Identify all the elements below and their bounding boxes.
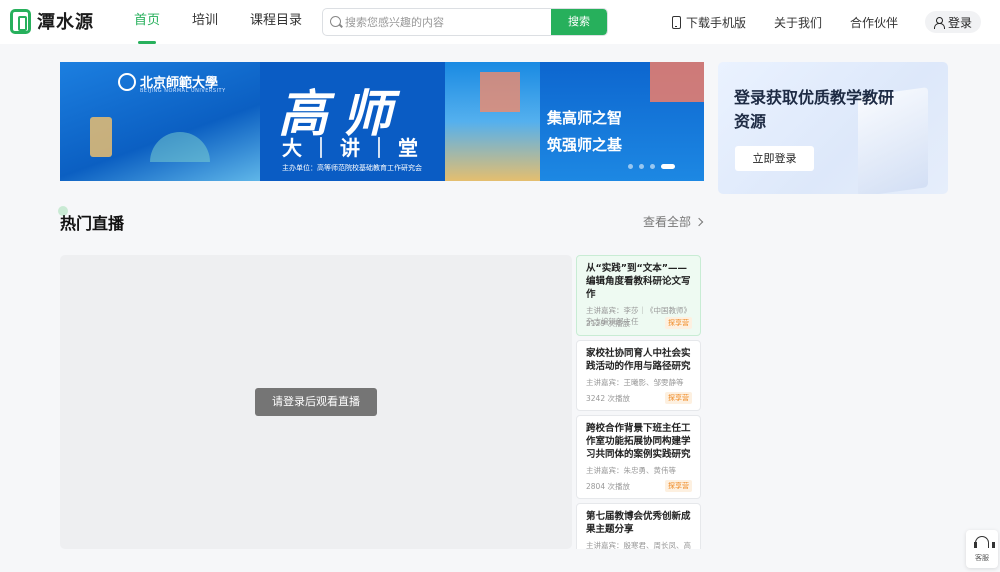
live-title: 家校社协同育人中社会实践活动的作用与路径研究 [586, 348, 691, 372]
banner-slogan-2: 筑强师之基 [547, 136, 623, 154]
search-icon [330, 16, 341, 27]
banner-carousel[interactable]: 北京師範大學 BEIJING NORMAL UNIVERSITY 高师 大｜讲｜… [60, 62, 704, 181]
login-now-button[interactable]: 立即登录 [735, 146, 814, 171]
banner-slogan-1: 集高师之智 [547, 109, 623, 127]
section-title: 热门直播 [60, 214, 125, 233]
live-list-item[interactable]: 第七届教博会优秀创新成果主题分享 主讲嘉宾：殷寒君、周长凤、高翔 [576, 503, 701, 549]
right-nav: 下载手机版 关于我们 合作伙伴 [672, 0, 926, 44]
banner-host: 主办单位：高等师范院校基础教育工作研究会 [282, 164, 422, 172]
login-label: 登录 [947, 15, 972, 30]
download-app-link[interactable]: 下载手机版 [672, 14, 746, 31]
live-footer: 2804 次播放 探享营 [586, 480, 692, 492]
live-speakers: 主讲嘉宾：殷寒君、周长凤、高翔 [586, 541, 691, 549]
promo-title: 登录获取优质教学教研资源 [734, 88, 895, 131]
live-list: 从“实践”到“文本”——编辑角度看教科研论文写作 主讲嘉宾：李莎｜《中国教师》杂… [576, 255, 702, 549]
carousel-dot-active[interactable] [661, 164, 675, 169]
banner-university-en: BEIJING NORMAL UNIVERSITY [140, 88, 226, 94]
carousel-dot[interactable] [628, 164, 633, 169]
tag-badge: 探享营 [665, 317, 692, 329]
logo-text: 潭水源 [37, 12, 94, 33]
user-icon [933, 16, 945, 29]
live-speakers: 主讲嘉宾：朱忠勇、黄伟等 [586, 466, 676, 475]
live-title: 跨校合作背景下班主任工作室功能拓展协同构建学习共同体的案例实践研究 [586, 423, 691, 460]
live-list-item[interactable]: 家校社协同育人中社会实践活动的作用与路径研究 主讲嘉宾：王曦影、邹雯静等 324… [576, 340, 701, 411]
chevron-right-icon [694, 217, 704, 226]
download-app-label: 下载手机版 [686, 15, 747, 30]
live-title: 从“实践”到“文本”——编辑角度看教科研论文写作 [586, 263, 691, 300]
play-count: 2804 次播放 [586, 481, 630, 491]
customer-service-label: 客服 [975, 554, 989, 562]
login-promo-card: 登录获取优质教学教研资源 立即登录 [718, 62, 948, 194]
university-seal-icon [118, 73, 136, 91]
nav-course-catalog[interactable]: 课程目录 [240, 0, 312, 44]
view-all-label: 查看全部 [643, 215, 692, 229]
about-us-link[interactable]: 关于我们 [774, 14, 822, 31]
carousel-dot[interactable] [650, 164, 655, 169]
tag-badge: 探享营 [665, 480, 692, 492]
live-player[interactable]: 请登录后观看直播 [60, 255, 572, 549]
search-button[interactable]: 搜索 [551, 9, 607, 35]
logo-icon [10, 8, 31, 34]
carousel-dot[interactable] [639, 164, 644, 169]
site-logo[interactable]: 潭水源 [10, 8, 94, 34]
partners-link[interactable]: 合作伙伴 [850, 14, 898, 31]
live-speakers: 主讲嘉宾：王曦影、邹雯静等 [586, 378, 684, 387]
search-input[interactable] [345, 9, 551, 35]
banner-subtitle: 大｜讲｜堂 [282, 136, 427, 160]
carousel-dots [628, 164, 681, 169]
top-header: 潭水源 首页 培训 课程目录 搜索 下载手机版 关于我们 合作伙伴 登录 [0, 0, 1000, 44]
live-title: 第七届教博会优秀创新成果主题分享 [586, 511, 691, 535]
live-list-item[interactable]: 跨校合作背景下班主任工作室功能拓展协同构建学习共同体的案例实践研究 主讲嘉宾：朱… [576, 415, 701, 499]
nav-home[interactable]: 首页 [124, 0, 170, 44]
tag-badge: 探享营 [665, 392, 692, 404]
headset-icon [974, 536, 995, 548]
phone-icon [672, 15, 681, 29]
main-nav: 首页 培训 课程目录 [124, 0, 324, 44]
customer-service-button[interactable]: 客服 [966, 530, 998, 568]
play-count: 3242 次播放 [586, 393, 630, 403]
login-button[interactable]: 登录 [925, 11, 981, 33]
live-footer: 3242 次播放 探享营 [586, 392, 692, 404]
nav-training[interactable]: 培训 [182, 0, 228, 44]
live-footer: 2129 次播放 探享营 [586, 317, 692, 329]
play-count: 2129 次播放 [586, 318, 630, 328]
login-to-watch-message[interactable]: 请登录后观看直播 [255, 388, 377, 416]
view-all-link[interactable]: 查看全部 [643, 213, 704, 230]
search-bar: 搜索 [322, 8, 608, 36]
live-list-item[interactable]: 从“实践”到“文本”——编辑角度看教科研论文写作 主讲嘉宾：李莎｜《中国教师》杂… [576, 255, 701, 336]
